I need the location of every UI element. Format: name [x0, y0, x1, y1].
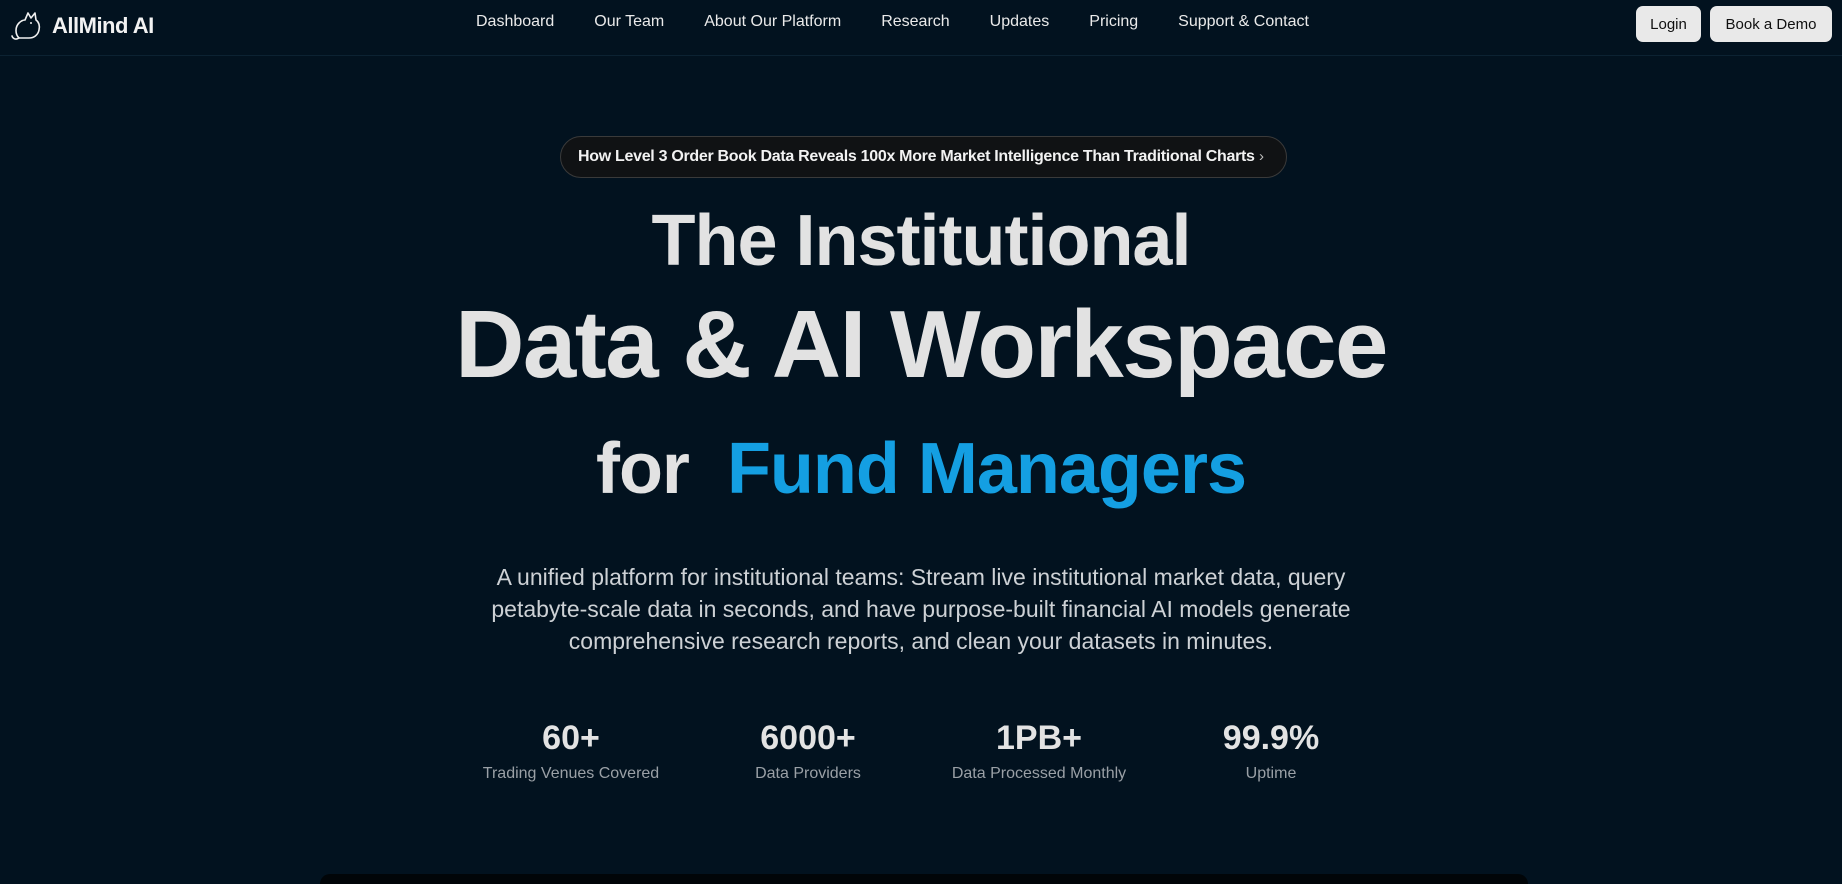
hero-title-line-1: The Institutional: [651, 201, 1192, 281]
stat-value: 99.9%: [1222, 719, 1320, 757]
stat-value: 60+: [542, 719, 600, 757]
login-button[interactable]: Login: [1636, 6, 1701, 42]
nav-research[interactable]: Research: [861, 12, 969, 32]
stat-data-providers: 6000+ Data Providers: [698, 716, 918, 784]
stat-label: Data Processed Monthly: [951, 765, 1127, 782]
nav-pricing[interactable]: Pricing: [1069, 12, 1158, 32]
nav-support-contact[interactable]: Support & Contact: [1158, 12, 1329, 32]
hero-title-prefix: for: [595, 429, 690, 509]
hero-title-line-3: for Fund Managers: [0, 428, 1842, 510]
announcement-text: How Level 3 Order Book Data Reveals 100x…: [578, 148, 1255, 165]
book-demo-button[interactable]: Book a Demo: [1710, 6, 1832, 42]
nav-dashboard[interactable]: Dashboard: [456, 12, 574, 32]
stat-label: Data Providers: [755, 765, 861, 782]
nav-our-team[interactable]: Our Team: [574, 12, 684, 32]
stat-label: Trading Venues Covered: [482, 765, 660, 782]
hero-title-accent: Fund Managers: [726, 429, 1247, 509]
stat-value: 1PB+: [996, 719, 1082, 757]
stat-value: 6000+: [760, 719, 856, 757]
hero-title-line-2: Data & AI Workspace: [455, 291, 1388, 398]
stat-uptime: 99.9% Uptime: [1161, 716, 1381, 784]
brand-logo[interactable]: AllMind AI: [10, 6, 154, 46]
stat-trading-venues: 60+ Trading Venues Covered: [461, 716, 681, 784]
announcement-pill[interactable]: How Level 3 Order Book Data Reveals 100x…: [560, 136, 1287, 178]
stat-label: Uptime: [1245, 765, 1297, 782]
stat-data-processed: 1PB+ Data Processed Monthly: [929, 716, 1149, 784]
hero-description: A unified platform for institutional tea…: [491, 564, 1351, 654]
main-nav: Dashboard Our Team About Our Platform Re…: [456, 12, 1329, 32]
landing-page: AllMind AI Dashboard Our Team About Our …: [0, 0, 1842, 884]
nav-about-platform[interactable]: About Our Platform: [684, 12, 861, 32]
cat-logo-icon: [11, 12, 41, 40]
product-preview-frame: [320, 874, 1528, 884]
nav-updates[interactable]: Updates: [970, 12, 1070, 32]
chevron-right-icon: ›: [1259, 148, 1264, 165]
brand-name: AllMind AI: [52, 13, 154, 38]
stats-row: 60+ Trading Venues Covered 6000+ Data Pr…: [461, 716, 1381, 796]
site-header: AllMind AI Dashboard Our Team About Our …: [0, 0, 1842, 56]
